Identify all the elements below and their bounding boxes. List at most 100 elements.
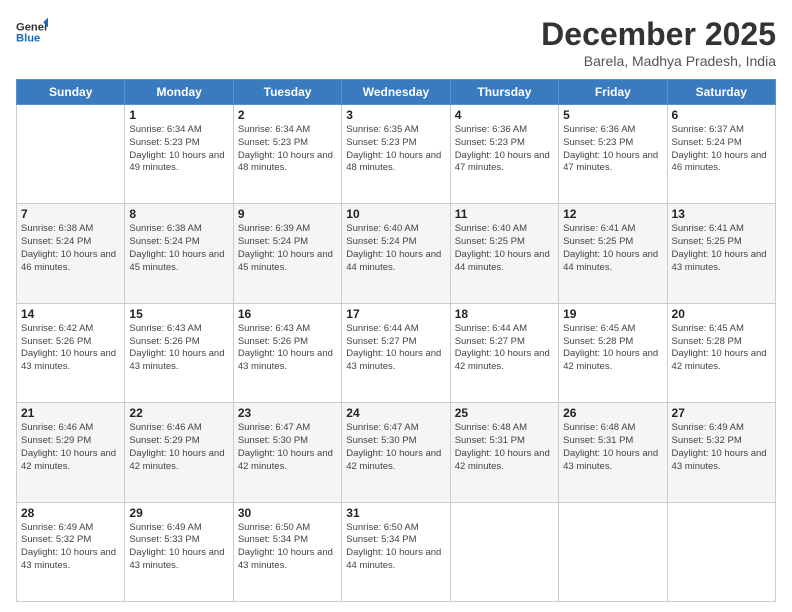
calendar-cell: 7Sunrise: 6:38 AMSunset: 5:24 PMDaylight… bbox=[17, 204, 125, 303]
calendar-cell: 1Sunrise: 6:34 AMSunset: 5:23 PMDaylight… bbox=[125, 105, 233, 204]
svg-text:General: General bbox=[16, 21, 48, 33]
calendar-cell: 24 Sunrise: 6:47 AMSunset: 5:30 PMDayligh… bbox=[342, 403, 450, 502]
col-tuesday: Tuesday bbox=[233, 80, 341, 105]
calendar-cell: 12 Sunrise: 6:41 AMSunset: 5:25 PMDayligh… bbox=[559, 204, 667, 303]
day-info: Sunrise: 6:35 AMSunset: 5:23 PMDaylight:… bbox=[346, 124, 445, 175]
day-info: Sunrise: 6:49 AMSunset: 5:33 PMDaylight:… bbox=[129, 522, 228, 573]
day-number: 11 bbox=[455, 207, 554, 221]
day-number: 25 bbox=[455, 406, 554, 420]
day-info: Sunrise: 6:50 AMSunset: 5:34 PMDaylight:… bbox=[346, 522, 445, 573]
page: General Blue December 2025 Barela, Madhy… bbox=[0, 0, 792, 612]
day-info: Sunrise: 6:34 AMSunset: 5:23 PMDaylight:… bbox=[129, 124, 228, 175]
calendar-cell: 14 Sunrise: 6:42 AMSunset: 5:26 PMDayligh… bbox=[17, 303, 125, 402]
day-info: Sunrise: 6:38 AMSunset: 5:24 PMDaylight:… bbox=[129, 223, 228, 274]
day-number: 21 bbox=[21, 406, 120, 420]
day-number: 10 bbox=[346, 207, 445, 221]
day-number: 30 bbox=[238, 506, 337, 520]
day-info: Sunrise: 6:47 AMSunset: 5:30 PMDaylight:… bbox=[346, 422, 445, 473]
calendar-cell: 11 Sunrise: 6:40 AMSunset: 5:25 PMDayligh… bbox=[450, 204, 558, 303]
day-number: 29 bbox=[129, 506, 228, 520]
day-info: Sunrise: 6:46 AMSunset: 5:29 PMDaylight:… bbox=[129, 422, 228, 473]
day-info: Sunrise: 6:36 AMSunset: 5:23 PMDaylight:… bbox=[563, 124, 662, 175]
day-number: 6 bbox=[672, 108, 771, 122]
day-number: 15 bbox=[129, 307, 228, 321]
day-info: Sunrise: 6:48 AMSunset: 5:31 PMDaylight:… bbox=[455, 422, 554, 473]
calendar-cell: 26Sunrise: 6:48 AMSunset: 5:31 PMDayligh… bbox=[559, 403, 667, 502]
day-number: 24 bbox=[346, 406, 445, 420]
day-info: Sunrise: 6:50 AMSunset: 5:34 PMDaylight:… bbox=[238, 522, 337, 573]
day-number: 4 bbox=[455, 108, 554, 122]
calendar-cell: 6Sunrise: 6:37 AMSunset: 5:24 PMDaylight… bbox=[667, 105, 775, 204]
col-monday: Monday bbox=[125, 80, 233, 105]
calendar-cell: 18 Sunrise: 6:44 AMSunset: 5:27 PMDayligh… bbox=[450, 303, 558, 402]
col-friday: Friday bbox=[559, 80, 667, 105]
day-number: 18 bbox=[455, 307, 554, 321]
calendar-cell: 25 Sunrise: 6:48 AMSunset: 5:31 PMDayligh… bbox=[450, 403, 558, 502]
day-number: 9 bbox=[238, 207, 337, 221]
day-number: 16 bbox=[238, 307, 337, 321]
day-number: 3 bbox=[346, 108, 445, 122]
day-number: 14 bbox=[21, 307, 120, 321]
calendar-cell: 10Sunrise: 6:40 AMSunset: 5:24 PMDayligh… bbox=[342, 204, 450, 303]
day-info: Sunrise: 6:45 AMSunset: 5:28 PMDaylight:… bbox=[563, 323, 662, 374]
calendar-cell: 20 Sunrise: 6:45 AMSunset: 5:28 PMDayligh… bbox=[667, 303, 775, 402]
day-number: 27 bbox=[672, 406, 771, 420]
calendar-cell: 17Sunrise: 6:44 AMSunset: 5:27 PMDayligh… bbox=[342, 303, 450, 402]
col-thursday: Thursday bbox=[450, 80, 558, 105]
day-info: Sunrise: 6:45 AMSunset: 5:28 PMDaylight:… bbox=[672, 323, 771, 374]
header: General Blue December 2025 Barela, Madhy… bbox=[16, 16, 776, 69]
day-number: 26 bbox=[563, 406, 662, 420]
calendar-cell: 29 Sunrise: 6:49 AMSunset: 5:33 PMDayligh… bbox=[125, 502, 233, 601]
day-info: Sunrise: 6:49 AMSunset: 5:32 PMDaylight:… bbox=[21, 522, 120, 573]
svg-text:Blue: Blue bbox=[16, 33, 40, 45]
day-number: 2 bbox=[238, 108, 337, 122]
calendar-cell: 30 Sunrise: 6:50 AMSunset: 5:34 PMDayligh… bbox=[233, 502, 341, 601]
day-info: Sunrise: 6:36 AMSunset: 5:23 PMDaylight:… bbox=[455, 124, 554, 175]
calendar-cell bbox=[559, 502, 667, 601]
calendar-cell: 8 Sunrise: 6:38 AMSunset: 5:24 PMDaylight… bbox=[125, 204, 233, 303]
calendar-cell: 5 Sunrise: 6:36 AMSunset: 5:23 PMDaylight… bbox=[559, 105, 667, 204]
calendar-cell: 22 Sunrise: 6:46 AMSunset: 5:29 PMDayligh… bbox=[125, 403, 233, 502]
day-info: Sunrise: 6:47 AMSunset: 5:30 PMDaylight:… bbox=[238, 422, 337, 473]
calendar-week-1: 1Sunrise: 6:34 AMSunset: 5:23 PMDaylight… bbox=[17, 105, 776, 204]
day-number: 12 bbox=[563, 207, 662, 221]
col-sunday: Sunday bbox=[17, 80, 125, 105]
day-info: Sunrise: 6:38 AMSunset: 5:24 PMDaylight:… bbox=[21, 223, 120, 274]
calendar-cell bbox=[17, 105, 125, 204]
calendar-cell: 13Sunrise: 6:41 AMSunset: 5:25 PMDayligh… bbox=[667, 204, 775, 303]
calendar-cell: 19 Sunrise: 6:45 AMSunset: 5:28 PMDayligh… bbox=[559, 303, 667, 402]
calendar-week-2: 7Sunrise: 6:38 AMSunset: 5:24 PMDaylight… bbox=[17, 204, 776, 303]
day-info: Sunrise: 6:46 AMSunset: 5:29 PMDaylight:… bbox=[21, 422, 120, 473]
calendar-cell: 15Sunrise: 6:43 AMSunset: 5:26 PMDayligh… bbox=[125, 303, 233, 402]
logo-icon: General Blue bbox=[16, 16, 48, 48]
day-info: Sunrise: 6:39 AMSunset: 5:24 PMDaylight:… bbox=[238, 223, 337, 274]
calendar-cell: 28Sunrise: 6:49 AMSunset: 5:32 PMDayligh… bbox=[17, 502, 125, 601]
day-number: 8 bbox=[129, 207, 228, 221]
day-info: Sunrise: 6:44 AMSunset: 5:27 PMDaylight:… bbox=[346, 323, 445, 374]
day-number: 22 bbox=[129, 406, 228, 420]
day-info: Sunrise: 6:49 AMSunset: 5:32 PMDaylight:… bbox=[672, 422, 771, 473]
day-info: Sunrise: 6:41 AMSunset: 5:25 PMDaylight:… bbox=[563, 223, 662, 274]
main-title: December 2025 bbox=[541, 16, 776, 53]
day-info: Sunrise: 6:41 AMSunset: 5:25 PMDaylight:… bbox=[672, 223, 771, 274]
day-number: 19 bbox=[563, 307, 662, 321]
calendar-week-5: 28Sunrise: 6:49 AMSunset: 5:32 PMDayligh… bbox=[17, 502, 776, 601]
day-info: Sunrise: 6:43 AMSunset: 5:26 PMDaylight:… bbox=[238, 323, 337, 374]
day-info: Sunrise: 6:34 AMSunset: 5:23 PMDaylight:… bbox=[238, 124, 337, 175]
calendar-cell: 4 Sunrise: 6:36 AMSunset: 5:23 PMDaylight… bbox=[450, 105, 558, 204]
calendar-cell: 27 Sunrise: 6:49 AMSunset: 5:32 PMDayligh… bbox=[667, 403, 775, 502]
calendar-cell bbox=[450, 502, 558, 601]
calendar-week-3: 14 Sunrise: 6:42 AMSunset: 5:26 PMDayligh… bbox=[17, 303, 776, 402]
day-number: 5 bbox=[563, 108, 662, 122]
logo: General Blue bbox=[16, 16, 48, 48]
calendar-cell: 31Sunrise: 6:50 AMSunset: 5:34 PMDayligh… bbox=[342, 502, 450, 601]
calendar-cell: 21 Sunrise: 6:46 AMSunset: 5:29 PMDayligh… bbox=[17, 403, 125, 502]
col-wednesday: Wednesday bbox=[342, 80, 450, 105]
calendar-header-row: Sunday Monday Tuesday Wednesday Thursday… bbox=[17, 80, 776, 105]
day-info: Sunrise: 6:42 AMSunset: 5:26 PMDaylight:… bbox=[21, 323, 120, 374]
subtitle: Barela, Madhya Pradesh, India bbox=[541, 53, 776, 69]
calendar-week-4: 21 Sunrise: 6:46 AMSunset: 5:29 PMDayligh… bbox=[17, 403, 776, 502]
day-info: Sunrise: 6:44 AMSunset: 5:27 PMDaylight:… bbox=[455, 323, 554, 374]
day-info: Sunrise: 6:40 AMSunset: 5:25 PMDaylight:… bbox=[455, 223, 554, 274]
day-number: 20 bbox=[672, 307, 771, 321]
